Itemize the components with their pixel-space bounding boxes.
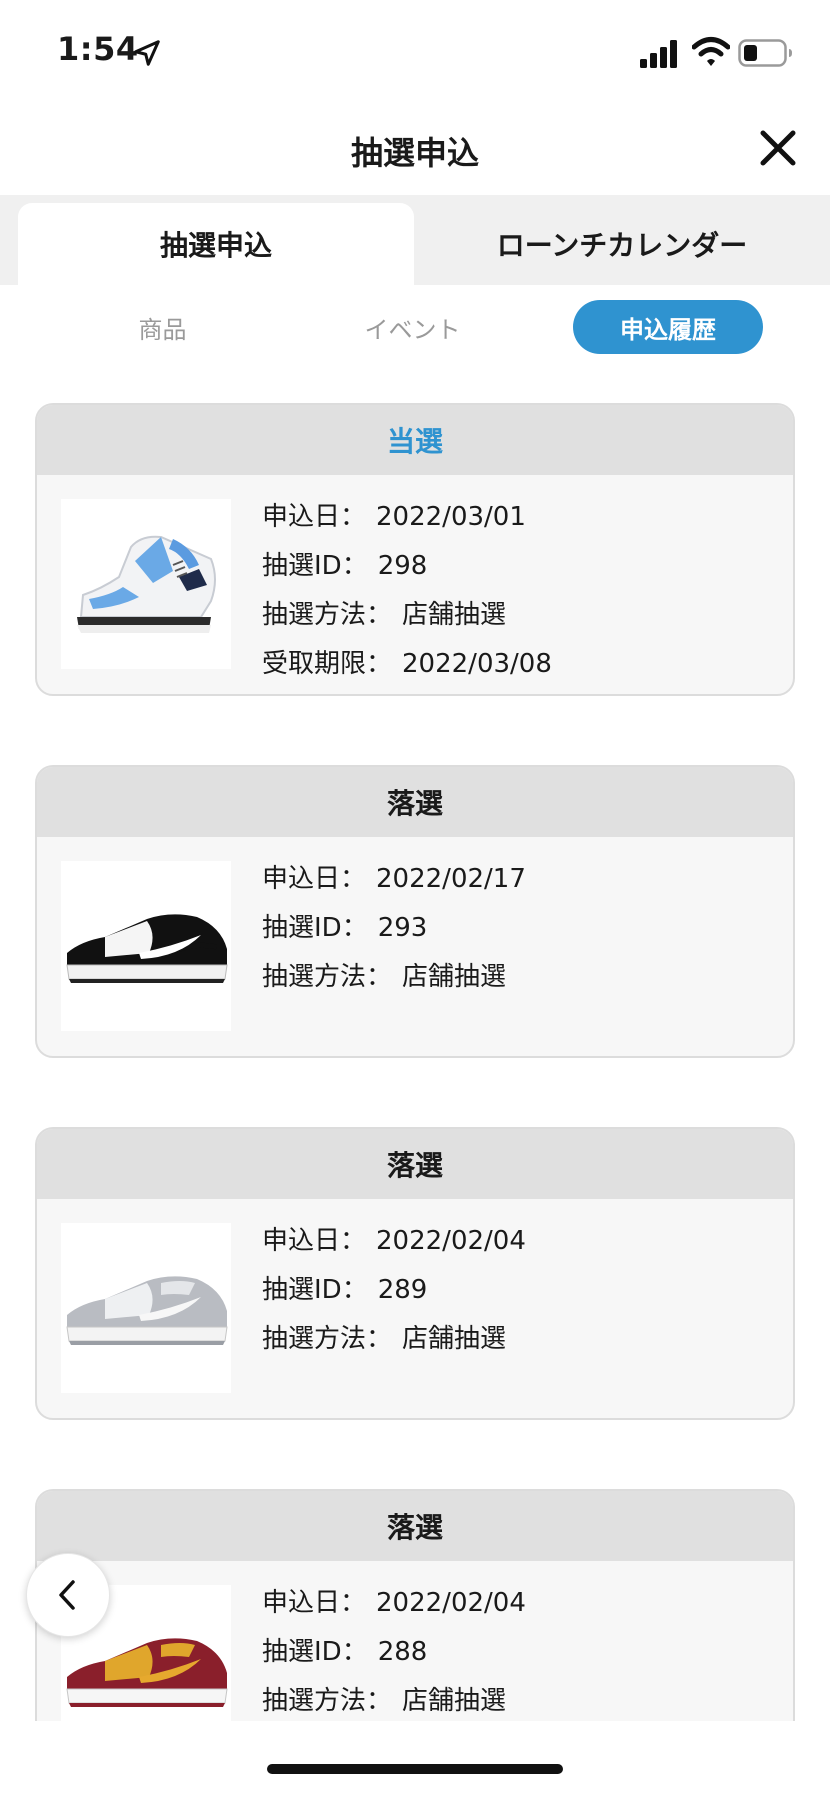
lottery-id-value: 289 xyxy=(377,1275,428,1305)
apply-date-label: 申込日： xyxy=(262,1588,367,1618)
sneaker-image xyxy=(61,499,231,669)
entry-info: 申込日： 2022/03/01 抽選ID： 298 抽選方法： 店舗抽選 受取期限： 2… xyxy=(262,493,552,689)
method-row: 抽選方法： 店舗抽選 xyxy=(262,1315,526,1364)
subtab-history[interactable]: 申込履歴 xyxy=(573,300,763,354)
method-value: 店舗抽選 xyxy=(402,1686,507,1716)
status-bar: 1:54 xyxy=(0,0,830,100)
apply-date-row: 申込日： 2022/02/04 xyxy=(262,1579,526,1628)
wifi-icon xyxy=(692,37,730,66)
battery-icon xyxy=(738,39,792,67)
apply-date-value: 2022/03/01 xyxy=(376,502,526,532)
page: 1:54 抽選申込 抽選申込 ローンチカレンダー 商品 イベント 申込履歴 当選… xyxy=(0,0,830,1796)
sneaker-image xyxy=(61,1223,231,1393)
lottery-id-label: 抽選ID： xyxy=(262,913,368,943)
entry-info: 申込日： 2022/02/04 抽選ID： 289 抽選方法： 店舗抽選 xyxy=(262,1217,526,1364)
apply-date-value: 2022/02/04 xyxy=(376,1588,526,1618)
lottery-id-row: 抽選ID： 289 xyxy=(262,1266,526,1315)
method-value: 店舗抽選 xyxy=(402,1324,507,1354)
entry-list: 当選 申込日： 2022/03/01 抽選ID： 298 抽選方法： 店舗抽選 xyxy=(35,403,795,1721)
tab-lottery-apply[interactable]: 抽選申込 xyxy=(18,203,414,285)
subtab-products[interactable]: 商品 xyxy=(90,300,235,354)
method-label: 抽選方法： xyxy=(262,600,393,630)
pickup-deadline-label: 受取期限： xyxy=(262,649,393,679)
apply-date-row: 申込日： 2022/02/04 xyxy=(262,1217,526,1266)
subtab-events[interactable]: イベント xyxy=(340,300,485,354)
apply-date-value: 2022/02/17 xyxy=(376,864,526,894)
entry-result: 落選 xyxy=(37,1129,793,1199)
method-value: 店舗抽選 xyxy=(402,962,507,992)
method-label: 抽選方法： xyxy=(262,1686,393,1716)
entry-info: 申込日： 2022/02/04 抽選ID： 288 抽選方法： 店舗抽選 xyxy=(262,1579,526,1721)
entry-result: 当選 xyxy=(37,405,793,475)
page-title: 抽選申込 xyxy=(350,134,479,172)
entry-result: 落選 xyxy=(37,767,793,837)
lottery-id-row: 抽選ID： 298 xyxy=(262,542,552,591)
pickup-deadline-row: 受取期限： 2022/03/08 xyxy=(262,640,552,689)
tab-launch-calendar[interactable]: ローンチカレンダー xyxy=(414,203,830,285)
lottery-id-label: 抽選ID： xyxy=(262,1637,368,1667)
method-row: 抽選方法： 店舗抽選 xyxy=(262,591,552,640)
method-label: 抽選方法： xyxy=(262,962,393,992)
back-button[interactable] xyxy=(26,1553,110,1637)
apply-date-label: 申込日： xyxy=(262,864,367,894)
home-indicator xyxy=(267,1764,563,1774)
method-label: 抽選方法： xyxy=(262,1324,393,1354)
entry-card[interactable]: 落選 申込日： 2022/02/04 抽選ID： 288 抽選方法： 店舗抽選 xyxy=(35,1489,795,1721)
apply-date-row: 申込日： 2022/02/17 xyxy=(262,855,526,904)
method-value: 店舗抽選 xyxy=(402,600,507,630)
lottery-id-value: 293 xyxy=(377,913,428,943)
lottery-id-row: 抽選ID： 293 xyxy=(262,904,526,953)
lottery-id-row: 抽選ID： 288 xyxy=(262,1628,526,1677)
status-time: 1:54 xyxy=(57,30,139,68)
method-row: 抽選方法： 店舗抽選 xyxy=(262,1677,526,1721)
lottery-id-value: 298 xyxy=(377,551,428,581)
entry-card[interactable]: 落選 申込日： 2022/02/17 抽選ID： 293 抽選方法： 店舗抽選 xyxy=(35,765,795,1058)
apply-date-label: 申込日： xyxy=(262,1226,367,1256)
close-icon[interactable] xyxy=(758,128,798,168)
cellular-signal-icon xyxy=(640,40,677,68)
main-tabs: 抽選申込 ローンチカレンダー xyxy=(0,195,830,285)
apply-date-label: 申込日： xyxy=(262,502,367,532)
sneaker-image xyxy=(61,861,231,1031)
lottery-id-label: 抽選ID： xyxy=(262,551,368,581)
sub-tabs: 商品 イベント 申込履歴 xyxy=(0,300,830,356)
lottery-id-value: 288 xyxy=(377,1637,428,1667)
method-row: 抽選方法： 店舗抽選 xyxy=(262,953,526,1002)
chevron-left-icon xyxy=(59,1580,75,1610)
apply-date-row: 申込日： 2022/03/01 xyxy=(262,493,552,542)
apply-date-value: 2022/02/04 xyxy=(376,1226,526,1256)
entry-card[interactable]: 落選 申込日： 2022/02/04 抽選ID： 289 抽選方法： 店舗抽選 xyxy=(35,1127,795,1420)
location-arrow-icon xyxy=(134,40,160,66)
header: 抽選申込 xyxy=(0,100,830,195)
entry-info: 申込日： 2022/02/17 抽選ID： 293 抽選方法： 店舗抽選 xyxy=(262,855,526,1002)
lottery-id-label: 抽選ID： xyxy=(262,1275,368,1305)
pickup-deadline-value: 2022/03/08 xyxy=(402,649,552,679)
entry-card[interactable]: 当選 申込日： 2022/03/01 抽選ID： 298 抽選方法： 店舗抽選 xyxy=(35,403,795,696)
entry-result: 落選 xyxy=(37,1491,793,1561)
